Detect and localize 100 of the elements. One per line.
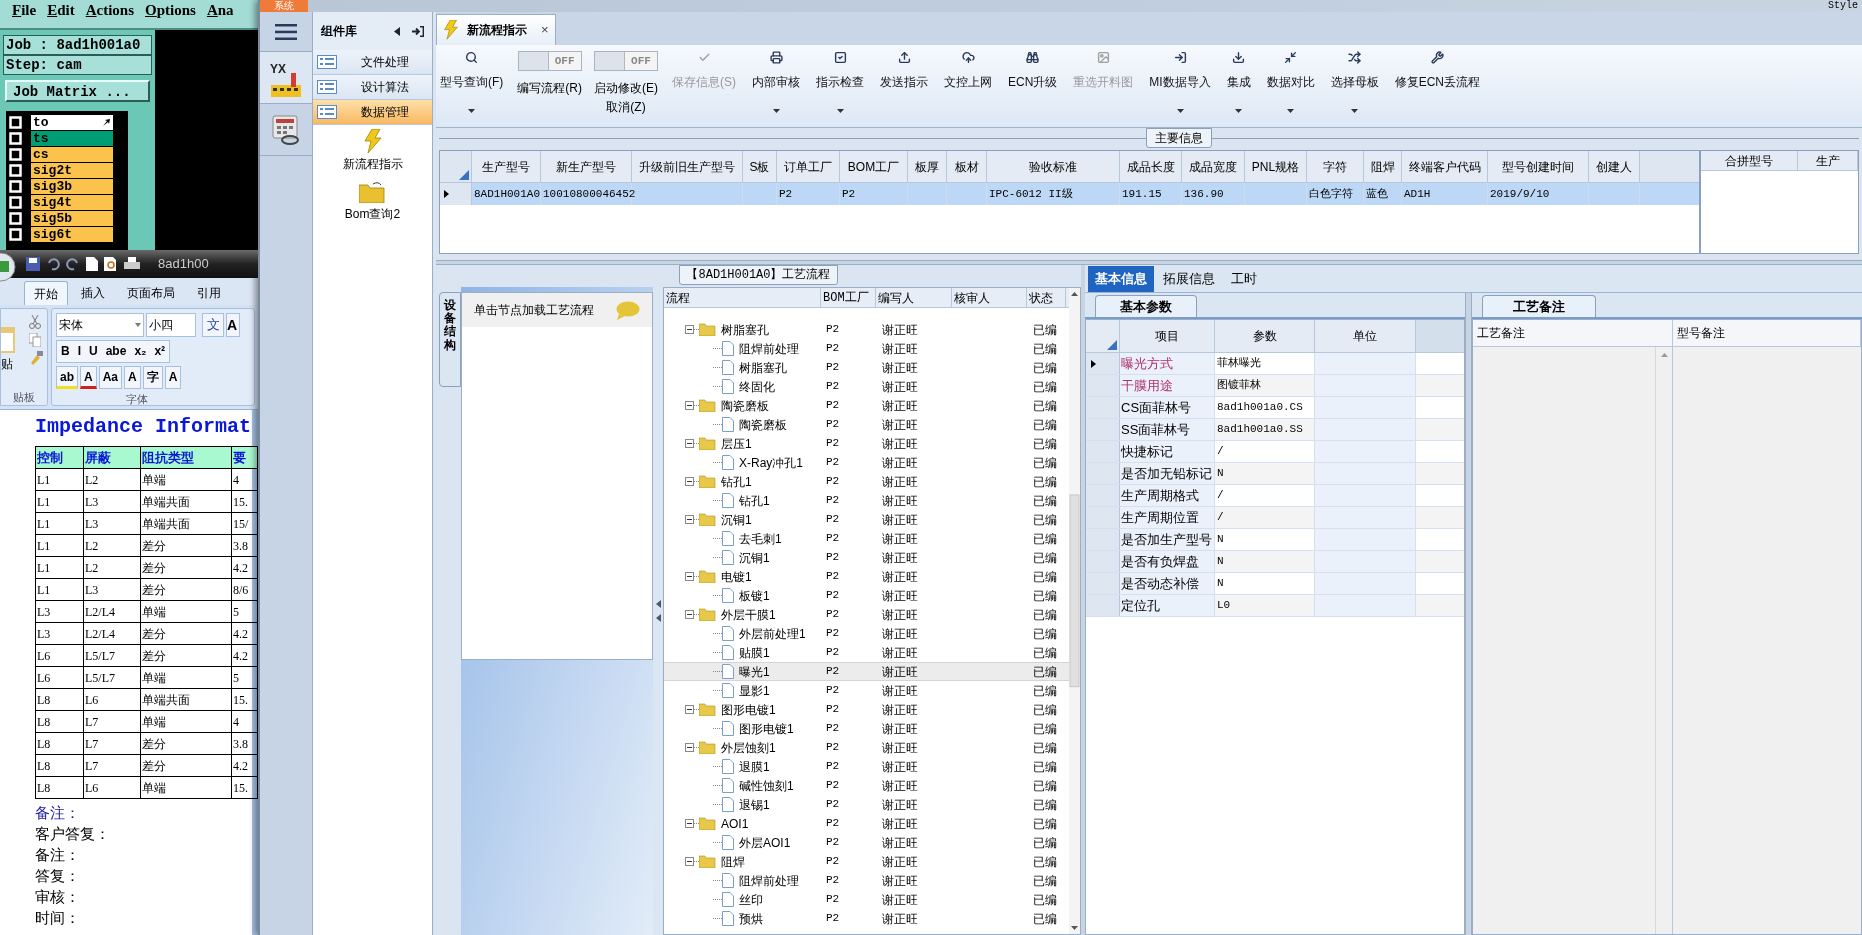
collapse-icon[interactable] [685,743,694,752]
collapse-icon[interactable] [685,857,694,866]
format-button[interactable]: I [73,341,85,362]
tree-row[interactable]: 贴膜1 P2 谢正旺 已编 [664,643,1069,662]
tree-row[interactable]: 碱性蚀刻1 P2 谢正旺 已编 [664,776,1069,795]
tree-row[interactable]: 沉铜1 P2 谢正旺 已编 [664,548,1069,567]
collapse-left-icon[interactable] [394,26,400,36]
tree-row[interactable]: 树脂塞孔 P2 谢正旺 已编 [664,320,1069,339]
toolbar-button[interactable]: 指示检查 [814,51,866,113]
tree-row[interactable]: 退锡1 P2 谢正旺 已编 [664,795,1069,814]
tree-row[interactable]: 图形电镀1 P2 谢正旺 已编 [664,719,1069,738]
grow-font-button[interactable]: A [226,313,240,337]
vertical-tab[interactable]: 设备结构 [439,292,461,387]
table-row[interactable]: CS面菲林号 8ad1h001a0.CS [1086,397,1464,419]
tree-row[interactable]: 曝光1 P2 谢正旺 已编 [664,662,1069,681]
collapse-icon[interactable] [685,439,694,448]
collapse-icon[interactable] [685,819,694,828]
printer-icon[interactable] [124,257,140,271]
tree-row[interactable]: 显影1 P2 谢正旺 已编 [664,681,1069,700]
job-matrix-button[interactable]: Job Matrix ... [5,80,150,102]
tree-row[interactable]: 预烘 P2 谢正旺 已编 [664,909,1069,928]
redo-icon[interactable] [66,257,80,271]
tool-item[interactable]: Bom查询2 [344,181,401,223]
font-name-field[interactable]: 宋体 [56,313,144,337]
layer-name[interactable]: sig5b [31,210,113,226]
menu-item[interactable]: Edit [47,0,75,20]
checkbox-icon[interactable] [9,115,22,129]
tab[interactable]: 基本信息 [1088,266,1154,292]
checkbox-icon[interactable] [9,179,22,193]
toolbar-button[interactable]: 文控上网 [942,51,994,91]
factory-tool[interactable]: YX [260,52,312,104]
menu-item[interactable]: Ana [206,0,234,20]
collapse-icon[interactable] [685,515,694,524]
format-button[interactable]: Aa [98,366,123,389]
menu-icon[interactable] [275,23,297,40]
undo-icon[interactable] [46,257,60,271]
checkbox-icon[interactable] [9,211,22,225]
tree-row[interactable]: 电镀1 P2 谢正旺 已编 [664,567,1069,586]
close-button[interactable]: × [541,20,549,40]
tab[interactable]: 拓展信息 [1156,266,1222,292]
format-button[interactable]: 字 [142,366,163,389]
phonetic-guide-button[interactable]: 文 [202,313,224,337]
table-row[interactable]: 是否动态补偿 N [1086,573,1464,595]
toolbar-button[interactable]: 集成 [1224,51,1253,113]
table-row[interactable]: 8AD1H001A0 10010800046452 P2 P2 IPC-6012 II级 191.15 136.90 白色字符 蓝色 AD1H 2019/9/10 [440,183,1699,205]
tree-row[interactable]: 层压1 P2 谢正旺 已编 [664,434,1069,453]
tree-row[interactable]: X-Ray冲孔1 P2 谢正旺 已编 [664,453,1069,472]
tree-row[interactable]: 终固化 P2 谢正旺 已编 [664,377,1069,396]
tree-row[interactable]: 阻焊 P2 谢正旺 已编 [664,852,1069,871]
collapse-icon[interactable] [685,401,694,410]
table-row[interactable]: 是否加生产型号 N [1086,529,1464,551]
tree-row[interactable]: 外层前处理1 P2 谢正旺 已编 [664,624,1069,643]
format-button[interactable]: A [80,366,97,389]
toolbar-button[interactable]: 型号查询(F) [438,51,506,113]
category-item[interactable]: 文件处理 [313,50,432,75]
tool-item[interactable]: 新流程指示 [342,129,403,173]
layer-name[interactable]: to [31,114,113,130]
tree-row[interactable]: 外层干膜1 P2 谢正旺 已编 [664,605,1069,624]
font-size-field[interactable]: 小四 [146,313,196,337]
new-document-icon[interactable] [86,257,98,271]
format-button[interactable]: abe [101,341,131,362]
subtab[interactable]: 基本参数 [1095,295,1197,317]
ribbon-tab[interactable]: 插入 [72,281,114,305]
tree-row[interactable]: 外层AOI1 P2 谢正旺 已编 [664,833,1069,852]
save-icon[interactable] [26,257,40,271]
checkbox-icon[interactable] [9,195,22,209]
checkbox-icon[interactable] [9,227,22,241]
toolbar-button[interactable]: MI数据导入 [1147,51,1213,113]
ribbon-tab[interactable]: 页面布局 [118,281,184,305]
document-tab[interactable]: 新流程指示 × [436,14,556,45]
table-row[interactable]: SS面菲林号 8ad1h001a0.SS [1086,419,1464,441]
menu-item[interactable]: Actions [85,0,135,20]
layer-name[interactable]: sig6t [31,226,113,242]
table-row[interactable]: 定位孔 L0 [1086,595,1464,617]
tree-row[interactable]: 丝印 P2 谢正旺 已编 [664,890,1069,909]
tree-row[interactable]: 阻焊前处理 P2 谢正旺 已编 [664,871,1069,890]
tree-row[interactable]: 树脂塞孔 P2 谢正旺 已编 [664,358,1069,377]
category-item[interactable]: 数据管理 [313,100,432,125]
collapse-icon[interactable] [685,610,694,619]
layer-name[interactable]: sig4t [31,194,113,210]
ribbon-tab[interactable]: 开始 [24,281,68,305]
layer-name[interactable]: sig2t [31,162,113,178]
checkbox-icon[interactable] [9,147,22,161]
tree-row[interactable]: 陶瓷磨板 P2 谢正旺 已编 [664,415,1069,434]
toolbar-button[interactable]: 修复ECN丢流程 [1392,51,1483,91]
tree-row[interactable]: 钻孔1 P2 谢正旺 已编 [664,491,1069,510]
toolbar-button[interactable]: 选择母板 [1328,51,1381,113]
table-row[interactable]: 干膜用途 图镀菲林 [1086,375,1464,397]
table-row[interactable]: 是否加无铅标记 N [1086,463,1464,485]
menu-item[interactable]: Options [145,0,196,20]
toolbar-button[interactable]: ECN升级 [1006,51,1060,91]
collapse-icon[interactable] [685,325,694,334]
format-painter-icon[interactable] [29,351,43,365]
category-item[interactable]: 设计算法 [313,75,432,100]
layer-name[interactable]: cs [31,146,113,162]
subtab[interactable]: 工艺备注 [1482,295,1596,317]
tree-row[interactable]: 图形电镀1 P2 谢正旺 已编 [664,700,1069,719]
tree-row[interactable]: 退膜1 P2 谢正旺 已编 [664,757,1069,776]
collapse-icon[interactable] [685,477,694,486]
format-button[interactable]: B [57,341,74,362]
